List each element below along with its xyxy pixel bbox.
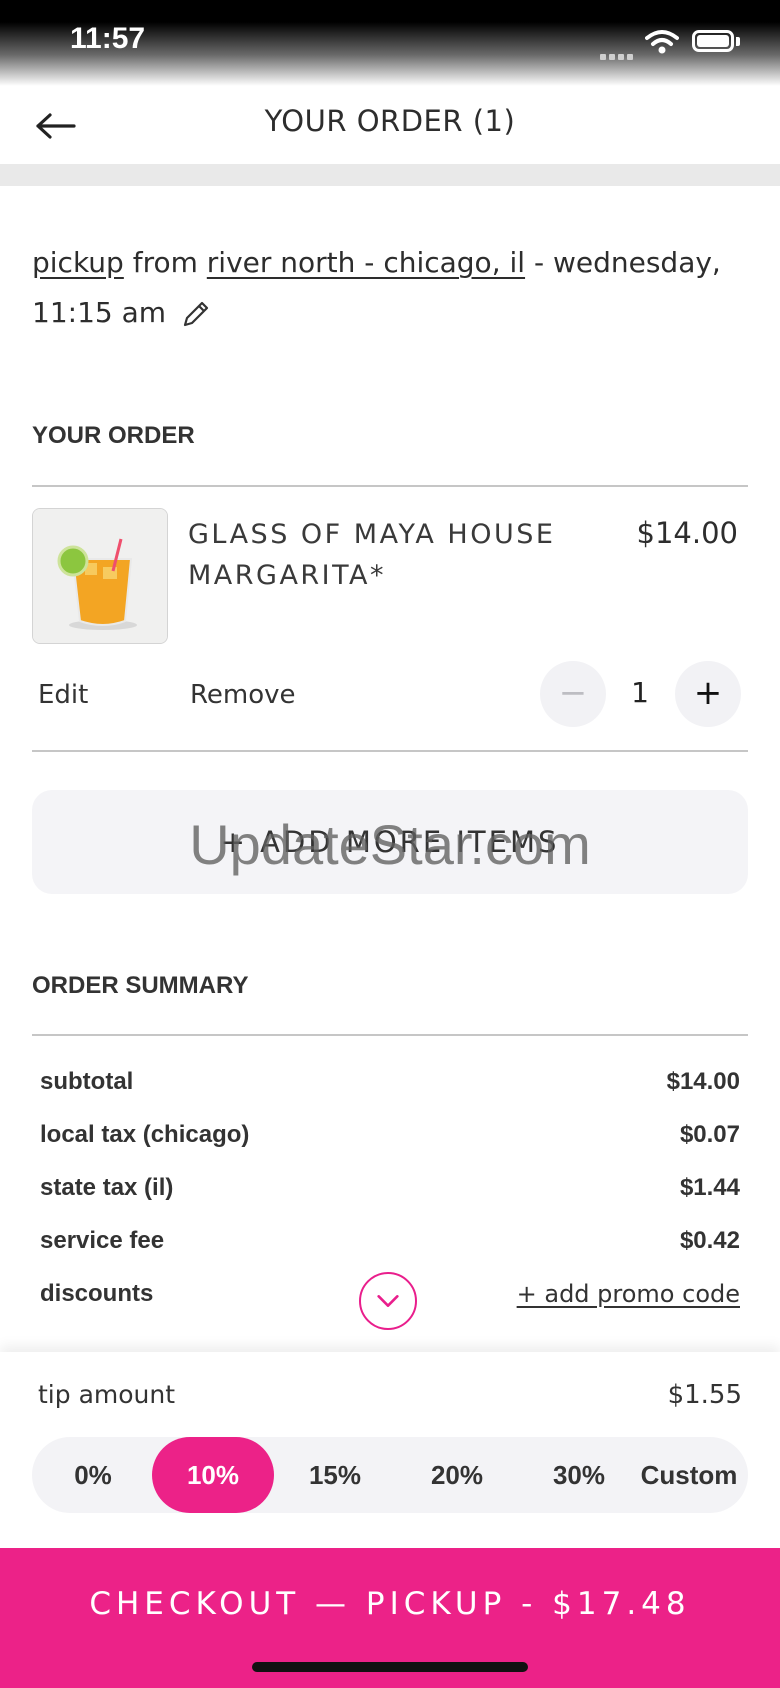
tip-option-30[interactable]: 30% [518, 1437, 640, 1513]
summary-row-state-tax: state tax (il) $1.44 [40, 1174, 740, 1210]
status-time: 11:57 [70, 22, 146, 55]
summary-label: subtotal [40, 1068, 134, 1095]
divider [32, 1034, 748, 1036]
summary-label: local tax (chicago) [40, 1121, 250, 1148]
edit-item-button[interactable]: Edit [38, 680, 88, 710]
pickup-mode-link[interactable]: pickup [32, 246, 124, 279]
tip-label: tip amount [38, 1380, 176, 1409]
summary-row-subtotal: subtotal $14.00 [40, 1068, 740, 1104]
pickup-location-link[interactable]: river north - chicago, il [207, 246, 525, 279]
remove-item-button[interactable]: Remove [190, 680, 296, 710]
item-image [32, 508, 168, 644]
summary-label: service fee [40, 1227, 165, 1254]
divider [32, 750, 748, 752]
tip-option-20[interactable]: 20% [396, 1437, 518, 1513]
tip-option-custom[interactable]: Custom [630, 1437, 748, 1513]
your-order-heading: YOUR ORDER [32, 422, 195, 449]
home-indicator [252, 1662, 528, 1672]
battery-level [697, 35, 729, 47]
tip-options: 0% 10% 15% 20% 30% Custom [32, 1437, 748, 1513]
item-price: $14.00 [636, 516, 738, 550]
tip-option-15[interactable]: 15% [274, 1437, 396, 1513]
tip-value: $1.55 [667, 1380, 742, 1410]
summary-row-local-tax: local tax (chicago) $0.07 [40, 1121, 740, 1157]
summary-row-service-fee: service fee $0.42 [40, 1227, 740, 1263]
chevron-down-icon[interactable] [359, 1272, 417, 1330]
order-summary-heading: ORDER SUMMARY [32, 972, 249, 999]
battery-cap [736, 37, 740, 46]
item-name: GLASS OF MAYA HOUSE MARGARITA* [188, 519, 556, 591]
tip-option-10[interactable]: 10% [152, 1437, 274, 1513]
pickup-details: pickup from river north - chicago, il - … [32, 238, 732, 338]
summary-value: $1.44 [679, 1174, 740, 1201]
summary-label: state tax (il) [40, 1174, 174, 1201]
tip-option-0[interactable]: 0% [32, 1437, 154, 1513]
watermark: UpdateStar.com [189, 813, 591, 876]
divider [32, 485, 748, 487]
summary-value: $0.07 [679, 1121, 740, 1148]
add-promo-code-link[interactable]: + add promo code [517, 1280, 740, 1308]
summary-label: discounts [40, 1280, 154, 1307]
summary-value: $14.00 [666, 1068, 740, 1095]
pickup-from-text: from [123, 246, 207, 279]
page-title: YOUR ORDER (1) [264, 104, 516, 138]
summary-value: $0.42 [679, 1227, 740, 1254]
header-divider [0, 164, 780, 186]
signal-icon [600, 45, 638, 60]
decrease-quantity-button[interactable]: − [540, 661, 606, 727]
quantity-value: 1 [631, 676, 649, 709]
wifi-icon [645, 30, 679, 54]
increase-quantity-button[interactable]: + [675, 661, 741, 727]
pencil-icon[interactable] [180, 298, 212, 330]
